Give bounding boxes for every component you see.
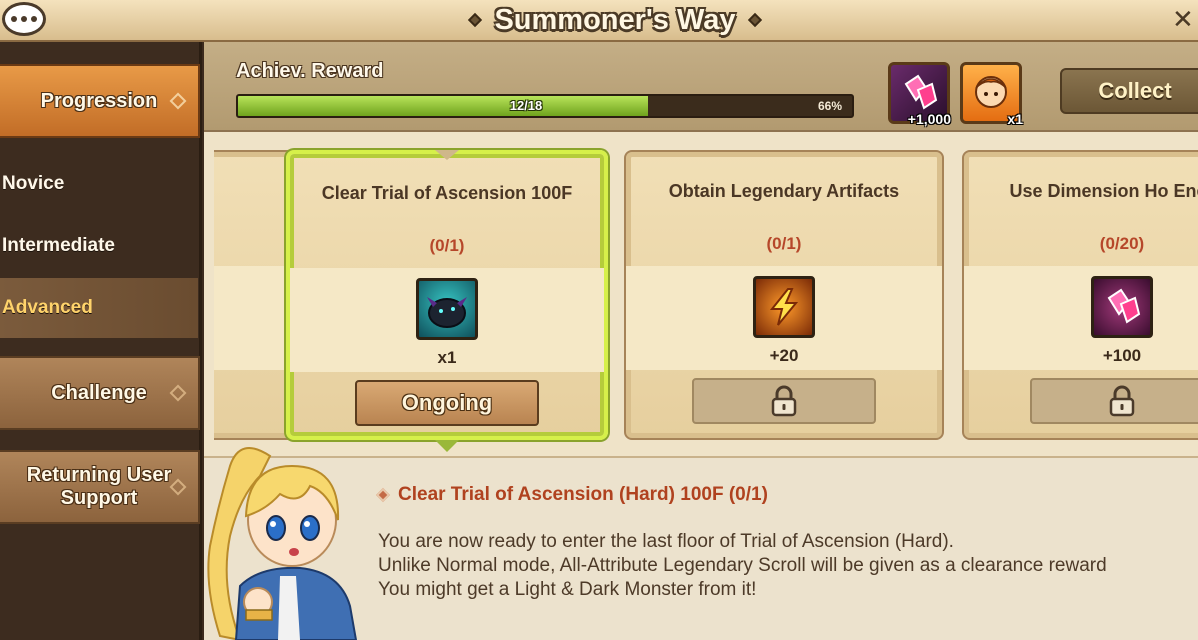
sidebar-item-novice[interactable]: Novice [0,154,198,214]
description-text: You are now ready to enter the last floo… [378,530,1198,602]
sidebar-tab-label: Progression [40,89,158,112]
selection-pointer [435,440,459,452]
top-bar: Summoner's Way ✕ [0,0,1198,42]
close-icon[interactable]: ✕ [1172,0,1198,40]
diamond-icon [747,12,762,28]
diamond-icon [169,92,187,110]
achievement-card[interactable]: Obtain Legendary Artifacts (0/1) +20 [624,150,944,440]
sidebar: Progression Novice Intermediate Advanced… [0,42,202,640]
reward-quantity: +1,000 [907,111,951,127]
description-line: You are now ready to enter the last floo… [378,531,954,552]
sidebar-tab-label: Returning User Support [26,464,172,509]
sidebar-tab-progression[interactable]: Progression [0,64,200,138]
page-title: Summoner's Way [494,3,736,36]
sidebar-tab-challenge[interactable]: Challenge [0,356,200,430]
lock-icon [771,385,797,417]
achievement-label: Achiev. Reward [236,60,384,82]
description-title-row: Clear Trial of Ascension (Hard) 100F (0/… [375,484,768,506]
locked-button [1030,378,1198,424]
locked-button [692,378,876,424]
crystal-reward[interactable]: +1,000 [888,62,951,127]
card-progress: (0/1) [766,234,802,253]
collect-button[interactable]: Collect [1060,68,1198,114]
achievement-reward-strip: Achiev. Reward 12/18 66% +1,000 x1 Colle… [204,42,1198,132]
achievement-card[interactable]: Use Dimension Ho Energy (0/20) +100 [962,150,1198,440]
achievement-card-selected[interactable]: Clear Trial of Ascension 100F (0/1) x1 O… [286,150,608,452]
dark-scroll-icon [416,278,478,340]
monster-reward[interactable]: x1 [960,62,1023,127]
diamond-icon [468,12,483,28]
title-wrap: Summoner's Way [440,0,790,40]
progress-percent: 66% [817,99,842,113]
card-progress: (0/1) [429,236,465,255]
description-line: You might get a Light & Dark Monster fro… [378,579,757,600]
sidebar-tab-returning-user-support[interactable]: Returning User Support [0,450,200,524]
sidebar-item-label: Novice [2,173,65,194]
achievement-progress-bar: 12/18 66% [236,94,854,118]
monster-icon [975,76,1007,108]
sidebar-item-advanced[interactable]: Advanced [0,278,198,338]
description-line: Unlike Normal mode, All-Attribute Legend… [378,555,1107,576]
lock-icon [1109,385,1135,417]
selection-notch [435,150,459,160]
ongoing-button[interactable]: Ongoing [355,380,539,426]
guide-character-illustration [207,447,358,640]
card-progress: (0/20) [1099,234,1145,253]
sidebar-tab-label: Challenge [51,381,147,404]
energy-icon [753,276,815,338]
crystal-icon [1091,276,1153,338]
card-reward: +20 [769,346,799,365]
sidebar-item-intermediate[interactable]: Intermediate [0,216,198,276]
diamond-icon [375,487,391,503]
description-title: Clear Trial of Ascension (Hard) 100F (0/… [398,484,768,505]
chat-bubble-icon[interactable] [2,2,46,36]
crystal-icon [904,74,938,110]
card-title: Use Dimension Ho Energy [1009,181,1198,201]
sidebar-item-label: Intermediate [2,235,115,256]
progress-count: 12/18 [509,98,543,113]
sidebar-item-label: Advanced [2,297,93,318]
card-reward: +100 [1102,346,1142,365]
card-title: Clear Trial of Ascension 100F [321,183,573,203]
reward-quantity: x1 [1007,111,1023,127]
achievement-cards: n Clear Trial of Ascension 100F (0/1) x1… [214,142,1198,482]
card-reward: x1 [437,348,457,367]
diamond-icon [169,384,187,402]
diamond-icon [169,478,187,496]
card-title: Obtain Legendary Artifacts [668,181,900,201]
